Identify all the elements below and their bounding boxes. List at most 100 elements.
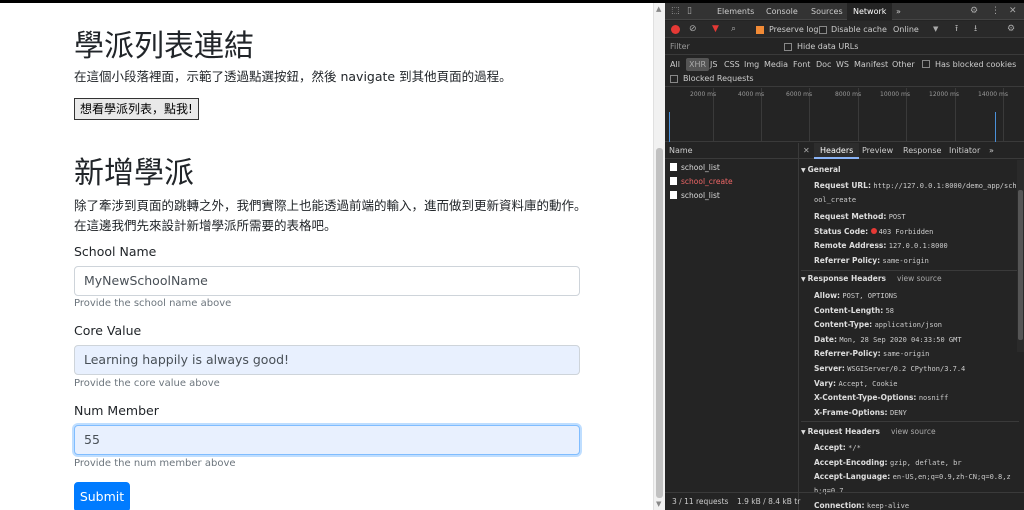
school-name-label: School Name [74,244,157,259]
type-font[interactable]: Font [793,60,810,69]
request-header-key: Accept-Language: [814,472,891,481]
inspect-element-icon[interactable]: ⬚ [671,3,680,20]
search-icon[interactable]: ⌕ [731,21,736,38]
request-method-row: Request Method: POST [814,210,1019,224]
filter-input[interactable]: Filter [670,42,775,53]
tab-console[interactable]: Console [761,3,803,20]
type-ws[interactable]: WS [836,60,849,69]
general-section-title: General [807,165,841,174]
type-other[interactable]: Other [892,60,915,69]
request-url-key: Request URL: [814,181,871,190]
close-devtools-icon[interactable]: ✕ [1009,3,1017,20]
response-header-value: same-origin [883,350,930,359]
more-tabs-icon[interactable]: » [896,3,901,20]
response-header-key: Content-Type: [814,320,873,330]
request-view-source-link[interactable]: view source [891,427,936,436]
network-settings-gear-icon[interactable]: ⚙ [1007,21,1015,38]
response-header-row: Content-Type: application/json [814,318,1019,332]
response-header-value: nosniff [918,394,949,403]
response-header-row: X-Frame-Options: DENY [814,406,1019,420]
clear-icon[interactable]: ⊘ [689,21,697,38]
remote-address-value: 127.0.0.1:8000 [888,242,948,250]
general-section-toggle[interactable]: ▼ General [801,165,841,174]
settings-gear-icon[interactable]: ⚙ [970,3,978,20]
response-headers-toggle[interactable]: ▼ Response Headers [801,274,886,283]
page-scrollbar[interactable]: ▲ ▼ [653,3,665,510]
tab-preview[interactable]: Preview [857,143,898,159]
throttle-select[interactable]: Online [893,25,919,34]
has-blocked-cookies-checkbox[interactable] [922,60,930,68]
tab-initiator[interactable]: Initiator [944,143,985,159]
request-url-row: Request URL: http://127.0.0.1:8000/demo_… [814,179,1019,207]
close-detail-icon[interactable]: ✕ [803,143,810,159]
scroll-up-icon[interactable]: ▲ [656,5,661,13]
page-scrollbar-thumb[interactable] [656,148,663,498]
timeline-request-bar [669,112,670,142]
tab-elements[interactable]: Elements [712,3,759,20]
device-toolbar-icon[interactable]: ▯ [687,3,692,20]
blocked-requests-label: Blocked Requests [683,74,754,83]
response-header-row: Allow: POST, OPTIONS [814,289,1019,303]
tab-headers[interactable]: Headers [814,143,860,159]
type-media[interactable]: Media [764,60,788,69]
blocked-requests-checkbox[interactable] [670,75,678,83]
detail-scrollbar[interactable] [1017,160,1024,352]
tab-network[interactable]: Network [847,3,893,20]
type-xhr[interactable]: XHR [686,58,710,71]
response-header-row: Content-Length: 58 [814,304,1019,318]
timeline-request-bar [995,112,996,142]
disable-cache-checkbox[interactable] [819,26,827,34]
request-row[interactable]: school_list [670,161,720,174]
scroll-down-icon[interactable]: ▼ [656,500,661,508]
preserve-log-checkbox[interactable] [756,26,764,34]
request-name: school_list [681,163,720,172]
request-method-key: Request Method: [814,212,887,221]
intro-paragraph: 在這個小段落裡面，示範了透過點選按鈕，然後 navigate 到其他頁面的過程。 [74,69,512,84]
tab-sources[interactable]: Sources [806,3,848,20]
export-har-icon[interactable]: ⭳ [974,21,977,38]
chevron-down-icon[interactable]: ▼ [933,21,938,38]
tab-response[interactable]: Response [898,143,946,159]
type-all[interactable]: All [670,60,680,69]
request-detail-pane: ✕ Headers Preview Response Initiator » ▼… [799,143,1024,510]
network-toolbar: ⊘ ▼ ⌕ Preserve log Disable cache Online … [665,21,1024,38]
school-name-input[interactable]: MyNewSchoolName [74,266,580,296]
timeline-tick: 4000 ms [738,91,765,98]
response-headers-title: Response Headers [807,274,887,283]
transfer-size: 1.9 kB / 8.4 kB tr [737,497,801,506]
request-row-selected[interactable]: school_create [670,175,733,188]
type-js[interactable]: JS [710,60,717,69]
response-view-source-link[interactable]: view source [897,274,942,283]
type-css[interactable]: CSS [724,60,740,69]
requests-area: Name school_list school_create school_li… [665,143,1024,510]
more-detail-tabs-icon[interactable]: » [989,143,994,159]
add-school-paragraph: 除了牽涉到頁面的跳轉之外，我們實際上也能透過前端的輸入，進而做到更新資料庫的動作… [74,198,587,233]
view-school-list-button[interactable]: 想看學派列表，點我! [74,98,199,120]
name-column-header[interactable]: Name [665,143,799,159]
filter-funnel-icon[interactable]: ▼ [712,21,719,38]
type-manifest[interactable]: Manifest [854,60,888,69]
timeline-tick: 14000 ms [978,91,1008,98]
core-value-input[interactable]: Learning happily is always good! [74,345,580,375]
status-code-row: Status Code: 403 Forbidden [814,225,1019,239]
import-har-icon[interactable]: ⭱ [955,21,958,38]
response-header-key: X-Content-Type-Options: [814,393,917,403]
num-member-input[interactable]: 55 [74,425,580,455]
submit-button[interactable]: Submit [74,482,130,510]
more-options-icon[interactable]: ⋮ [991,3,1000,20]
response-header-value: POST, OPTIONS [842,292,898,300]
response-header-value: DENY [889,408,907,417]
core-value-help: Provide the core value above [74,378,220,389]
response-header-key: Server: [814,364,845,373]
hide-data-urls-checkbox[interactable] [784,43,792,51]
request-headers-toggle[interactable]: ▼ Request Headers [801,427,880,436]
record-icon[interactable] [671,25,680,34]
request-row[interactable]: school_list [670,189,720,202]
request-header-row: Accept: */* [814,441,1019,455]
type-img[interactable]: Img [744,60,759,69]
has-blocked-cookies-label: Has blocked cookies [935,60,1017,69]
response-header-value: Accept, Cookie [838,379,898,388]
detail-scrollbar-thumb[interactable] [1018,190,1023,340]
type-doc[interactable]: Doc [816,60,831,69]
network-timeline-overview[interactable]: 2000 ms 4000 ms 6000 ms 8000 ms 10000 ms… [665,88,1024,142]
